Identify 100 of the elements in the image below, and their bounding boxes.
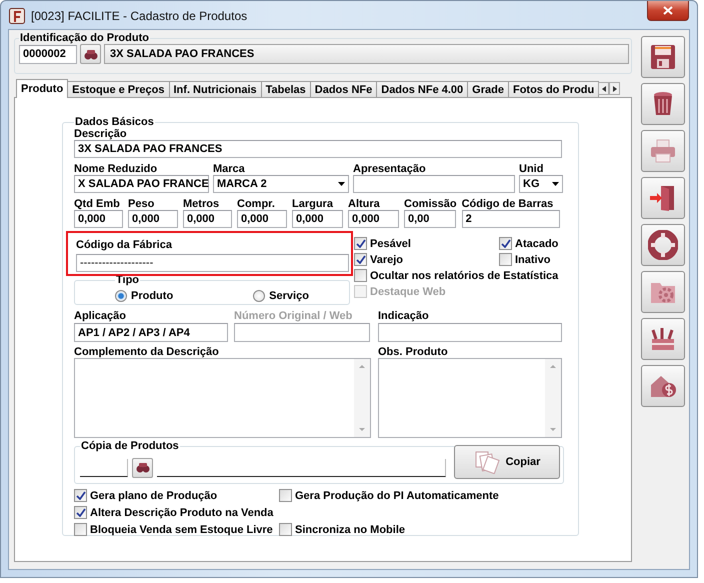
radio-button[interactable] [253, 290, 266, 302]
close-button[interactable] [647, 1, 689, 21]
memo-field[interactable] [74, 358, 371, 438]
toolbar-button[interactable] [641, 318, 685, 360]
field-label: Comissão [404, 198, 457, 210]
input-field[interactable]: 3X SALADA PAO FRANCES [74, 140, 562, 158]
toolbar-button[interactable] [641, 365, 685, 407]
field-label: Largura [292, 198, 334, 210]
checkbox[interactable] [74, 489, 87, 502]
input-field[interactable]: X SALADA PAO FRANCE [74, 175, 209, 193]
lifebuoy-icon [648, 230, 678, 260]
field-label: Qtd Emb [74, 198, 121, 210]
toolbar-button[interactable] [641, 177, 685, 219]
memo-field[interactable] [378, 358, 562, 438]
input-field[interactable]: 0,000 [348, 210, 399, 228]
binoculars-icon [136, 462, 150, 473]
tab[interactable]: Estoque e Preços [67, 81, 170, 98]
tab[interactable]: Fotos do Produ [508, 81, 600, 98]
checkbox-label: Gera Produção do PI Automaticamente [295, 490, 499, 502]
lookup-button[interactable] [80, 44, 101, 64]
toolbar-button[interactable] [641, 271, 685, 313]
down-arrow-icon [550, 428, 556, 431]
input-field[interactable] [234, 323, 370, 342]
checkbox[interactable] [499, 237, 512, 250]
input-field[interactable] [157, 458, 446, 476]
scroll-left-button[interactable] [598, 82, 610, 95]
tab[interactable]: Tabelas [260, 81, 311, 98]
toolbar-button[interactable] [641, 36, 685, 78]
copy-button[interactable]: Copiar [454, 444, 560, 478]
checkbox[interactable] [499, 253, 512, 266]
toolbar-button[interactable] [641, 83, 685, 125]
window-title: [0023] FACILITE - Cadastro de Produtos [31, 9, 248, 23]
binoculars-icon [84, 48, 98, 60]
input-field[interactable]: 0,000 [183, 210, 232, 228]
toolbar-button[interactable] [641, 130, 685, 172]
toolbar-button[interactable] [641, 224, 685, 266]
input-field[interactable]: 2 [462, 210, 560, 228]
checkbox-label: Bloqueia Venda sem Estoque Livre [90, 524, 273, 536]
checkbox[interactable] [279, 523, 292, 536]
tab[interactable]: Grade [467, 81, 509, 98]
app-logo-icon [9, 8, 25, 24]
input-field[interactable]: 0,000 [237, 210, 287, 228]
input-field[interactable]: AP1 / AP2 / AP3 / AP4 [74, 323, 228, 342]
lookup-button[interactable] [132, 458, 153, 478]
field-label: Metros [183, 198, 220, 210]
input-field[interactable] [378, 323, 562, 342]
field-label: Compr. [237, 198, 276, 210]
up-arrow-icon [550, 365, 556, 368]
field-label: Descrição [74, 128, 128, 140]
left-arrow-icon [602, 86, 606, 92]
checkbox-label: Inativo [515, 254, 550, 266]
field-label: Número Original / Web [234, 310, 354, 322]
caret-icon [552, 182, 559, 186]
input-field[interactable] [353, 175, 515, 193]
checkbox[interactable] [354, 269, 367, 282]
checkbox[interactable] [354, 237, 367, 250]
documents-icon [474, 450, 500, 474]
dropdown[interactable]: KG [519, 175, 563, 193]
down-arrow-icon [359, 428, 365, 431]
field-label: Peso [128, 198, 156, 210]
checkbox[interactable] [354, 253, 367, 266]
close-icon [663, 6, 673, 15]
input-field[interactable] [80, 458, 128, 476]
checkbox-label: Ocultar nos relatórios de Estatística [370, 270, 558, 282]
checkbox-label: Altera Descrição Produto na Venda [90, 506, 274, 518]
code-field[interactable]: 0000002 [19, 44, 77, 64]
input-field[interactable]: -------------------- [76, 254, 349, 272]
checkbox-label: Destaque Web [370, 286, 446, 298]
caret-icon [338, 182, 345, 186]
checkbox[interactable] [74, 523, 87, 536]
field-label: Complemento da Descrição [74, 346, 220, 358]
input-field[interactable]: 0,000 [128, 210, 178, 228]
group-title: Identificação do Produto [19, 32, 150, 44]
tab[interactable]: Inf. Nutricionais [168, 81, 262, 98]
field-label: Obs. Produto [378, 346, 449, 358]
field-label: Altura [348, 198, 381, 210]
checkbox-label: Pesável [370, 238, 411, 250]
field-label: Indicação [378, 310, 430, 322]
dropdown[interactable]: MARCA 2 [213, 175, 349, 193]
checkbox-label: Gera plano de Produção [90, 490, 218, 502]
field-label: Código de Barras [462, 198, 554, 210]
radio-label: Serviço [269, 290, 309, 302]
group-title: Dados Básicos [74, 116, 155, 128]
radio-label: Produto [131, 290, 174, 302]
checkbox-label: Sincroniza no Mobile [295, 524, 406, 536]
tab[interactable]: Dados NFe 4.00 [376, 81, 468, 98]
checkbox[interactable] [74, 506, 87, 519]
right-arrow-icon [612, 86, 617, 92]
field-label: Apresentação [353, 163, 427, 175]
tab[interactable]: Dados NFe [310, 81, 378, 98]
checkbox-label: Atacado [515, 238, 558, 250]
input-field[interactable]: 0,00 [404, 210, 456, 228]
input-field[interactable]: 0,000 [292, 210, 343, 228]
scroll-right-button[interactable] [609, 82, 620, 95]
input-field[interactable]: 0,000 [74, 210, 123, 228]
checkbox[interactable] [279, 489, 292, 502]
radio-button[interactable] [115, 290, 127, 302]
tab[interactable]: Produto [16, 79, 68, 98]
field-label: Código da Fábrica [76, 239, 172, 251]
field-label: Nome Reduzido [74, 163, 158, 175]
